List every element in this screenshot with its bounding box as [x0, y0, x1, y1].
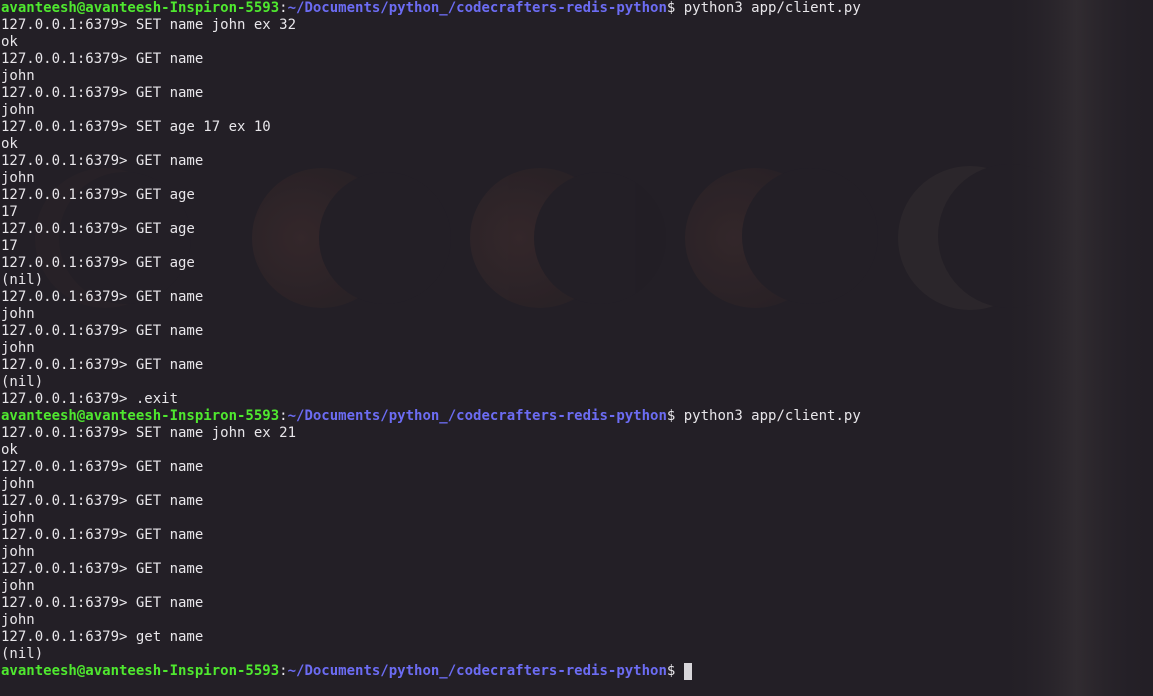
prompt-user-host: avanteesh@avanteesh-Inspiron-5593 — [1, 408, 280, 424]
output-line: 127.0.0.1:6379> GET name — [1, 493, 204, 509]
terminal-window[interactable]: avanteesh@avanteesh-Inspiron-5593:~/Docu… — [0, 0, 1153, 696]
output-line: 127.0.0.1:6379> GET name — [1, 289, 204, 305]
output-line: 127.0.0.1:6379> get name — [1, 629, 204, 645]
prompt-path: ~/Documents/python_/codecrafters-redis-p… — [287, 408, 667, 424]
output-line: 127.0.0.1:6379> GET name — [1, 527, 204, 543]
output-line: 127.0.0.1:6379> GET name — [1, 85, 204, 101]
output-line: john — [1, 306, 35, 322]
text-cursor[interactable] — [683, 663, 692, 680]
prompt-user-host: avanteesh@avanteesh-Inspiron-5593 — [1, 663, 280, 679]
output-line: 127.0.0.1:6379> .exit — [1, 391, 179, 407]
output-line: 127.0.0.1:6379> GET name — [1, 459, 204, 475]
output-line: 127.0.0.1:6379> GET age — [1, 255, 195, 271]
output-line: 127.0.0.1:6379> GET name — [1, 357, 204, 373]
output-line: ok — [1, 136, 18, 152]
shell-prompt-line: avanteesh@avanteesh-Inspiron-5593:~/Docu… — [1, 408, 1153, 425]
output-line: 127.0.0.1:6379> SET age 17 ex 10 — [1, 119, 271, 135]
shell-prompt-line: avanteesh@avanteesh-Inspiron-5593:~/Docu… — [1, 0, 1153, 17]
output-line: 127.0.0.1:6379> GET age — [1, 221, 195, 237]
output-line: john — [1, 476, 35, 492]
output-line: john — [1, 340, 35, 356]
output-line: ok — [1, 442, 18, 458]
output-line: 127.0.0.1:6379> GET name — [1, 595, 204, 611]
output-line: 127.0.0.1:6379> SET name john ex 32 — [1, 17, 297, 33]
shell-prompt-line: avanteesh@avanteesh-Inspiron-5593:~/Docu… — [1, 663, 1153, 680]
output-line: john — [1, 578, 35, 594]
output-line: ok — [1, 34, 18, 50]
prompt-dollar: $ — [666, 0, 684, 16]
output-line: 127.0.0.1:6379> GET name — [1, 323, 204, 339]
output-line: john — [1, 68, 35, 84]
output-line: (nil) — [1, 374, 44, 390]
output-line: 127.0.0.1:6379> GET name — [1, 51, 204, 67]
output-line: 127.0.0.1:6379> GET name — [1, 153, 204, 169]
prompt-separator: : — [279, 0, 288, 16]
output-line: john — [1, 510, 35, 526]
output-line: john — [1, 612, 35, 628]
output-line: (nil) — [1, 646, 44, 662]
prompt-separator: : — [279, 663, 288, 679]
output-line: 17 — [1, 238, 18, 254]
output-line: 127.0.0.1:6379> GET name — [1, 561, 204, 577]
prompt-user-host: avanteesh@avanteesh-Inspiron-5593 — [1, 0, 280, 16]
shell-command: python3 app/client.py — [683, 0, 861, 16]
shell-command: python3 app/client.py — [683, 408, 861, 424]
prompt-path: ~/Documents/python_/codecrafters-redis-p… — [287, 0, 667, 16]
output-line: 127.0.0.1:6379> SET name john ex 21 — [1, 425, 297, 441]
prompt-dollar: $ — [666, 408, 684, 424]
prompt-separator: : — [279, 408, 288, 424]
output-line: 17 — [1, 204, 18, 220]
output-line: john — [1, 170, 35, 186]
prompt-dollar: $ — [666, 663, 684, 679]
output-line: 127.0.0.1:6379> GET age — [1, 187, 195, 203]
output-line: john — [1, 544, 35, 560]
output-line: (nil) — [1, 272, 44, 288]
terminal-output: avanteesh@avanteesh-Inspiron-5593:~/Docu… — [0, 0, 1153, 680]
output-line: john — [1, 102, 35, 118]
prompt-path: ~/Documents/python_/codecrafters-redis-p… — [287, 663, 667, 679]
